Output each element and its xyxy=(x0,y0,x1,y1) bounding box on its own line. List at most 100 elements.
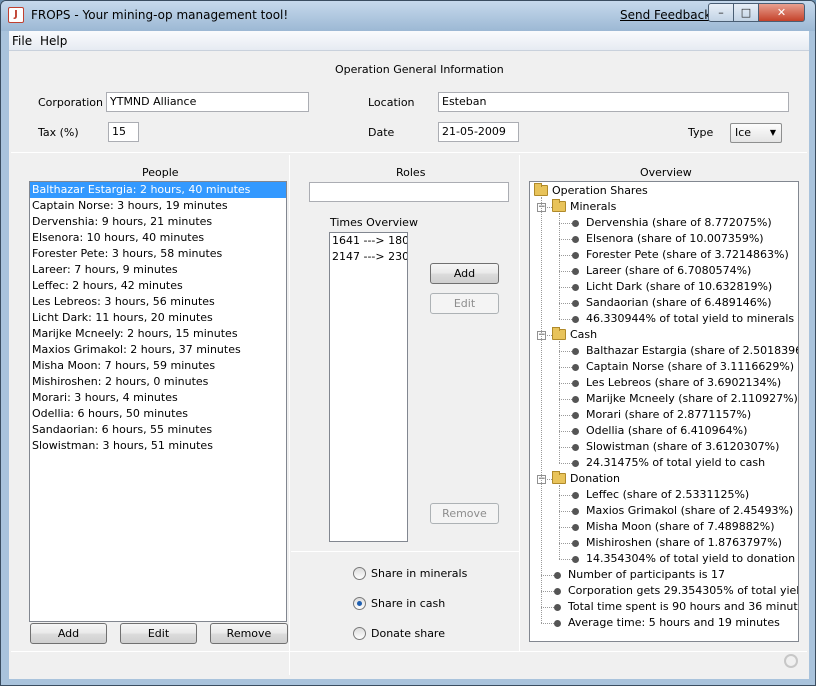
people-list-item[interactable]: Odellia: 6 hours, 50 minutes xyxy=(30,406,286,422)
people-list-item[interactable]: Dervenshia: 9 hours, 21 minutes xyxy=(30,214,286,230)
corporation-field[interactable]: YTMND Alliance xyxy=(106,92,309,112)
type-dropdown[interactable]: Ice ▼ xyxy=(730,123,782,143)
bullet-icon xyxy=(572,364,579,371)
tree-node-label: Leffec (share of 2.5331125%) xyxy=(586,488,750,501)
tree-node-minerals-item[interactable]: Licht Dark (share of 10.632819%) xyxy=(530,279,798,295)
people-list-item[interactable]: Mishiroshen: 2 hours, 0 minutes xyxy=(30,374,286,390)
tree-node-donation-item[interactable]: Leffec (share of 2.5331125%) xyxy=(530,487,798,503)
share-minerals-radio[interactable] xyxy=(353,567,366,580)
tree-node-cash-item[interactable]: 24.31475% of total yield to cash xyxy=(530,455,798,471)
tree-node-minerals-item[interactable]: Lareer (share of 6.7080574%) xyxy=(530,263,798,279)
close-button[interactable]: ✕ xyxy=(758,3,805,22)
tree-node-label: Lareer (share of 6.7080574%) xyxy=(586,264,752,277)
tree-node-donation-item[interactable]: Misha Moon (share of 7.489882%) xyxy=(530,519,798,535)
people-list-item[interactable]: Misha Moon: 7 hours, 59 minutes xyxy=(30,358,286,374)
tree-node-minerals-item[interactable]: Dervenshia (share of 8.772075%) xyxy=(530,215,798,231)
tree-node-cash-item[interactable]: Marijke Mcneely (share of 2.110927%) xyxy=(530,391,798,407)
tree-node-minerals[interactable]: − Minerals xyxy=(530,199,798,215)
bullet-icon xyxy=(554,604,561,611)
title-bar[interactable]: J FROPS - Your mining-op management tool… xyxy=(1,1,815,31)
tree-node-label: 24.31475% of total yield to cash xyxy=(586,456,766,469)
tree-node-cash[interactable]: − Cash xyxy=(530,327,798,343)
tree-node-donation-item[interactable]: Mishiroshen (share of 1.8763797%) xyxy=(530,535,798,551)
tree-node-cash-item[interactable]: Morari (share of 2.8771157%) xyxy=(530,407,798,423)
roles-remove-button[interactable]: Remove xyxy=(430,503,499,524)
window-title: FROPS - Your mining-op management tool! xyxy=(31,8,289,22)
roles-add-button[interactable]: Add xyxy=(430,263,499,284)
tree-node-donation-item[interactable]: 14.354304% of total yield to donation xyxy=(530,551,798,567)
location-field[interactable]: Esteban xyxy=(438,92,789,112)
people-list[interactable]: Balthazar Estargia: 2 hours, 40 minutes C… xyxy=(29,181,287,622)
roles-field[interactable] xyxy=(309,182,509,202)
tree-node-minerals-item[interactable]: Forester Pete (share of 3.7214863%) xyxy=(530,247,798,263)
people-list-item[interactable]: Captain Norse: 3 hours, 19 minutes xyxy=(30,198,286,214)
share-cash-option[interactable]: Share in cash xyxy=(353,596,503,612)
people-list-item[interactable]: Marijke Mcneely: 2 hours, 15 minutes xyxy=(30,326,286,342)
people-list-item[interactable]: Slowistman: 3 hours, 51 minutes xyxy=(30,438,286,454)
people-edit-button[interactable]: Edit xyxy=(120,623,197,644)
tree-node-minerals-item[interactable]: 46.330944% of total yield to minerals xyxy=(530,311,798,327)
tree-connector xyxy=(559,383,572,384)
maximize-button[interactable]: □ xyxy=(733,3,759,22)
date-field[interactable]: 21-05-2009 xyxy=(438,122,519,142)
people-list-item[interactable]: Elsenora: 10 hours, 40 minutes xyxy=(30,230,286,246)
people-list-item[interactable]: Licht Dark: 11 hours, 20 minutes xyxy=(30,310,286,326)
menu-help[interactable]: Help xyxy=(40,34,67,48)
tree-node-label: Marijke Mcneely (share of 2.110927%) xyxy=(586,392,798,405)
roles-edit-button[interactable]: Edit xyxy=(430,293,499,314)
roles-heading: Roles xyxy=(396,166,426,179)
share-minerals-option[interactable]: Share in minerals xyxy=(353,566,503,582)
date-label: Date xyxy=(368,126,395,139)
share-minerals-label: Share in minerals xyxy=(371,567,468,580)
tree-node-summary-item[interactable]: Average time: 5 hours and 19 minutes xyxy=(530,615,798,631)
donate-share-option[interactable]: Donate share xyxy=(353,626,503,642)
bullet-icon xyxy=(572,268,579,275)
people-list-item[interactable]: Maxios Grimakol: 2 hours, 37 minutes xyxy=(30,342,286,358)
minimize-button[interactable]: – xyxy=(708,3,734,22)
people-list-item[interactable]: Forester Pete: 3 hours, 58 minutes xyxy=(30,246,286,262)
people-list-item[interactable]: Les Lebreos: 3 hours, 56 minutes xyxy=(30,294,286,310)
tree-node-summary-item[interactable]: Corporation gets 29.354305% of total yie… xyxy=(530,583,798,599)
status-separator xyxy=(11,651,807,652)
people-list-item[interactable]: Balthazar Estargia: 2 hours, 40 minutes xyxy=(30,182,286,198)
type-dropdown-value: Ice xyxy=(735,126,752,139)
people-list-item[interactable]: Morari: 3 hours, 4 minutes xyxy=(30,390,286,406)
tree-node-cash-item[interactable]: Les Lebreos (share of 3.6902134%) xyxy=(530,375,798,391)
tree-connector xyxy=(559,367,572,368)
menu-file[interactable]: File xyxy=(12,34,32,48)
folder-icon xyxy=(552,199,566,212)
tree-node-operation-shares[interactable]: Operation Shares xyxy=(530,183,798,199)
tree-node-minerals-item[interactable]: Elsenora (share of 10.007359%) xyxy=(530,231,798,247)
times-list[interactable]: 1641 ---> 1808 2147 ---> 2300 xyxy=(329,232,408,542)
folder-icon xyxy=(552,327,566,340)
send-feedback-link[interactable]: Send Feedback xyxy=(620,8,711,22)
tree-node-minerals-item[interactable]: Sandaorian (share of 6.489146%) xyxy=(530,295,798,311)
share-cash-radio[interactable] xyxy=(353,597,366,610)
tree-node-donation[interactable]: − Donation xyxy=(530,471,798,487)
folder-icon xyxy=(552,471,566,484)
times-list-item[interactable]: 1641 ---> 1808 xyxy=(330,233,407,249)
tree-node-cash-item[interactable]: Captain Norse (share of 3.1116629%) xyxy=(530,359,798,375)
overview-heading: Overview xyxy=(640,166,692,179)
tree-node-summary-item[interactable]: Total time spent is 90 hours and 36 minu… xyxy=(530,599,798,615)
people-add-button[interactable]: Add xyxy=(30,623,107,644)
tree-node-donation-item[interactable]: Maxios Grimakol (share of 2.45493%) xyxy=(530,503,798,519)
people-list-item[interactable]: Sandaorian: 6 hours, 55 minutes xyxy=(30,422,286,438)
tree-node-cash-item[interactable]: Balthazar Estargia (share of 2.5018396%) xyxy=(530,343,798,359)
tax-field[interactable]: 15 xyxy=(108,122,139,142)
times-list-item[interactable]: 2147 ---> 2300 xyxy=(330,249,407,265)
tree-connector xyxy=(559,223,572,224)
people-list-item[interactable]: Leffec: 2 hours, 42 minutes xyxy=(30,278,286,294)
tree-connector xyxy=(559,447,572,448)
donate-share-radio[interactable] xyxy=(353,627,366,640)
tree-node-summary-item[interactable]: Number of participants is 17 xyxy=(530,567,798,583)
tree-connector xyxy=(559,303,572,304)
people-list-item[interactable]: Lareer: 7 hours, 9 minutes xyxy=(30,262,286,278)
app-window: J FROPS - Your mining-op management tool… xyxy=(0,0,816,686)
people-remove-button[interactable]: Remove xyxy=(210,623,288,644)
roles-separator xyxy=(291,551,519,552)
tree-node-cash-item[interactable]: Slowistman (share of 3.6120307%) xyxy=(530,439,798,455)
tree-node-cash-item[interactable]: Odellia (share of 6.410964%) xyxy=(530,423,798,439)
overview-tree[interactable]: Operation Shares − Minerals Dervenshia (sha… xyxy=(529,181,799,642)
tree-connector xyxy=(559,559,572,560)
